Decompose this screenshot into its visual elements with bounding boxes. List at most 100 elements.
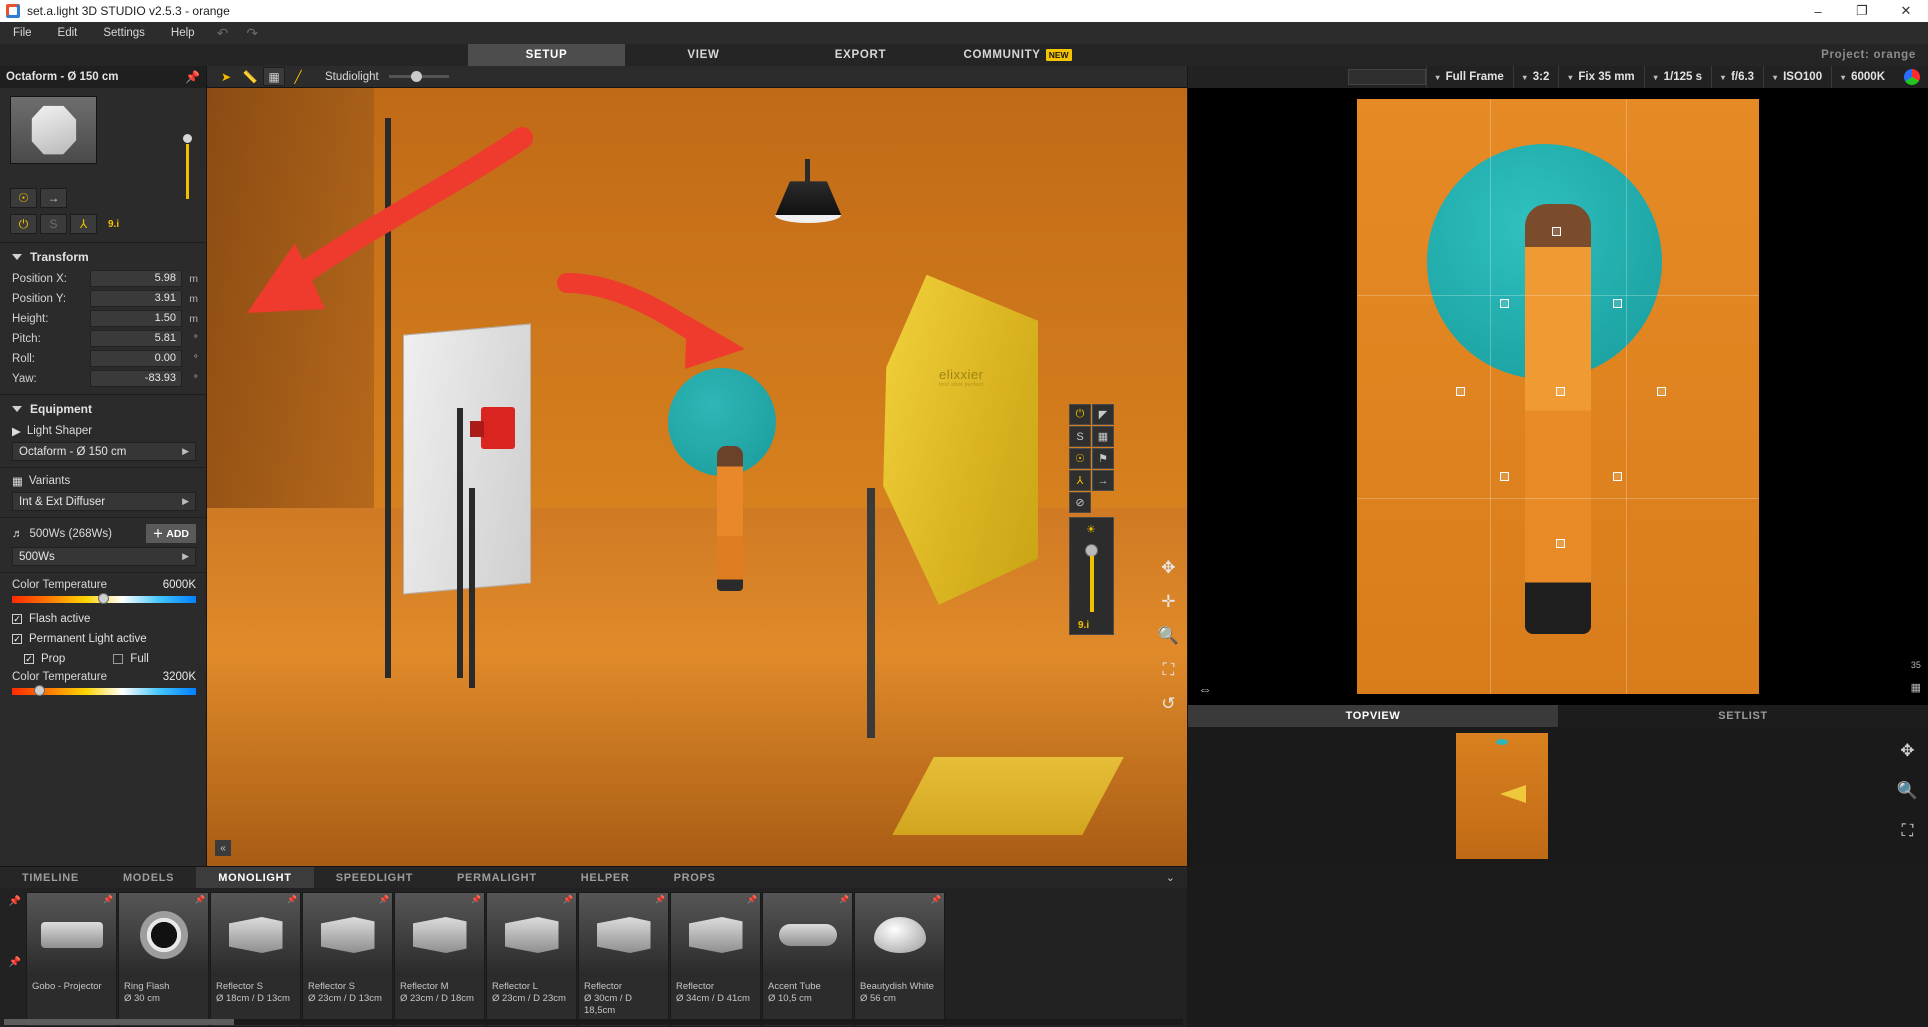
lamp-icon[interactable]: ⚑ <box>1092 448 1114 469</box>
library-item[interactable]: 📌 Ring Flash Ø 30 cm <box>118 892 209 1027</box>
cursor-icon[interactable]: ➤ <box>215 67 237 86</box>
studiolight-knob[interactable] <box>410 71 422 82</box>
viewport-collapse-button[interactable]: « <box>215 840 231 856</box>
pan-icon[interactable]: ✛ <box>1161 592 1175 612</box>
flash-color-temp-handle[interactable] <box>98 593 110 604</box>
camera-sensor-select[interactable]: ▾ Full Frame <box>1425 66 1513 88</box>
tab-community[interactable]: COMMUNITY NEW <box>939 44 1096 66</box>
value-roll[interactable]: 0.00 <box>90 350 182 367</box>
equipment-section-header[interactable]: Equipment <box>0 395 206 421</box>
rgb-wheel-icon[interactable] <box>1904 69 1920 85</box>
variants-select[interactable]: Int & Ext Diffuser ▶ <box>12 492 196 511</box>
light-thumbnail[interactable] <box>10 96 97 164</box>
shadow-icon[interactable]: S <box>40 214 67 234</box>
light-shaper-select[interactable]: Octaform - Ø 150 cm ▶ <box>12 442 196 461</box>
reset-icon[interactable]: ↺ <box>1161 694 1175 714</box>
pin-icon[interactable]: 📌 <box>9 957 21 968</box>
power-icon[interactable]: ⏻ <box>1069 404 1091 425</box>
pin-icon[interactable]: 📌 <box>563 895 573 904</box>
library-tab-permalight[interactable]: PERMALIGHT <box>435 867 559 888</box>
grid-icon[interactable]: ▦ <box>1092 426 1114 447</box>
preview-resize-icon[interactable]: ⇔ <box>1198 681 1212 697</box>
pin-icon[interactable]: 📌 <box>931 895 941 904</box>
permanent-color-temp-slider[interactable] <box>12 685 196 696</box>
tab-topview[interactable]: TOPVIEW <box>1188 705 1558 727</box>
scene-red-flash-unit[interactable] <box>470 406 516 449</box>
selection-handle[interactable] <box>1556 539 1565 548</box>
checkbox-flash-active[interactable]: ✓ Flash active <box>0 609 206 629</box>
selection-handle[interactable] <box>1500 472 1509 481</box>
selection-handle[interactable] <box>1556 387 1565 396</box>
selection-handle[interactable] <box>1552 227 1561 236</box>
zoom-icon[interactable]: 🔍 <box>1897 781 1918 801</box>
measure-icon[interactable]: 📏 <box>239 67 261 86</box>
studiolight-slider[interactable] <box>388 71 449 82</box>
library-item[interactable]: 📌 Accent Tube Ø 10,5 cm <box>762 892 853 1027</box>
undo-icon[interactable]: ↶ <box>208 25 238 42</box>
light-cone-icon[interactable]: ◤ <box>1092 404 1114 425</box>
menu-item-edit[interactable]: Edit <box>45 22 91 44</box>
person-arrow-icon[interactable]: → <box>1092 470 1114 491</box>
library-item[interactable]: 📌 Reflector M Ø 23cm / D 18cm <box>394 892 485 1027</box>
add-power-button[interactable]: ＋ ADD <box>145 524 196 543</box>
tripod-icon[interactable]: ⅄ <box>1069 470 1091 491</box>
grid-icon[interactable]: ▦ <box>263 67 285 86</box>
flash-color-temp-slider[interactable] <box>12 593 196 604</box>
scene-viewport[interactable]: ➤ 📏 ▦ ╱ Studiolight elixxier first shot … <box>207 66 1187 866</box>
permanent-color-temp-handle[interactable] <box>34 685 46 696</box>
camera-shutter-select[interactable]: ▾ 1/125 s <box>1643 66 1711 88</box>
selection-handle[interactable] <box>1657 387 1666 396</box>
close-button[interactable]: ✕ <box>1884 0 1928 22</box>
intensity-slider[interactable] <box>180 96 196 199</box>
rendered-photo[interactable] <box>1357 99 1759 694</box>
tab-setlist[interactable]: SETLIST <box>1558 705 1928 727</box>
library-item[interactable]: 📌 Reflector L Ø 23cm / D 23cm <box>486 892 577 1027</box>
line-icon[interactable]: ╱ <box>287 67 309 86</box>
camera-whitebalance-select[interactable]: ▾ 6000K <box>1831 66 1894 88</box>
library-collapse-icon[interactable]: ⌄ <box>1154 867 1187 888</box>
pin-icon[interactable]: 📌 <box>9 896 21 907</box>
redo-icon[interactable]: ↷ <box>237 25 267 42</box>
intensity-knob[interactable] <box>183 134 192 143</box>
checkbox-permanent-light-active[interactable]: ✓ Permanent Light active <box>0 629 206 649</box>
library-item[interactable]: 📌 Reflector Ø 34cm / D 41cm <box>670 892 761 1027</box>
pin-icon[interactable]: 📌 <box>287 895 297 904</box>
library-tab-models[interactable]: MODELS <box>101 867 196 888</box>
minimize-button[interactable]: – <box>1796 0 1840 22</box>
value-position-y[interactable]: 3.91 <box>90 290 182 307</box>
zoom-icon[interactable]: 🔍 <box>1158 626 1179 646</box>
transform-section-header[interactable]: Transform <box>0 243 206 269</box>
studio-scene-3d[interactable]: elixxier first shot perfect ⏻ ◤ S ▦ ☉ ⚑ … <box>207 88 1187 866</box>
tab-setup[interactable]: SETUP <box>468 44 625 66</box>
pin-icon[interactable]: 📌 <box>747 895 757 904</box>
move-gizmo-icon[interactable]: ✥ <box>1161 558 1175 578</box>
camera-ratio-select[interactable]: ▾ 3:2 <box>1512 66 1559 88</box>
library-item[interactable]: 📌 Reflector S Ø 23cm / D 13cm <box>302 892 393 1027</box>
library-tab-timeline[interactable]: TIMELINE <box>0 867 101 888</box>
camera-aperture-select[interactable]: ▾ f/6.3 <box>1711 66 1763 88</box>
library-tab-monolight[interactable]: MONOLIGHT <box>196 867 314 888</box>
value-height[interactable]: 1.50 <box>90 310 182 327</box>
camera-iso-select[interactable]: ▾ ISO100 <box>1763 66 1831 88</box>
selection-handle[interactable] <box>1456 387 1465 396</box>
menu-item-settings[interactable]: Settings <box>90 22 158 44</box>
pin-icon[interactable]: 📌 <box>379 895 389 904</box>
camera-preview-image[interactable]: 35 ▦ ☰ ◯ ◑ ⇔ <box>1188 88 1928 765</box>
pin-icon[interactable]: 📌 <box>195 895 205 904</box>
no-render-icon[interactable]: ⊘ <box>1069 492 1091 513</box>
scene-model[interactable] <box>716 445 743 591</box>
fit-icon[interactable]: ⛶ <box>1901 821 1913 841</box>
library-item[interactable]: 📌 Gobo - Projector <box>26 892 117 1027</box>
pin-icon[interactable]: 📌 <box>839 895 849 904</box>
grid-overlay-icon[interactable]: ▦ <box>1911 681 1921 694</box>
library-item[interactable]: 📌 Beautydish White Ø 56 cm <box>854 892 945 1027</box>
fit-icon[interactable]: ⛶ <box>1162 660 1174 680</box>
value-yaw[interactable]: -83.93 <box>90 370 182 387</box>
checkbox-icon[interactable]: ✓ <box>24 654 34 664</box>
library-scrollbar[interactable] <box>4 1019 1183 1025</box>
tripod-icon[interactable]: ⅄ <box>70 214 97 234</box>
tab-export[interactable]: EXPORT <box>782 44 939 66</box>
person-arrow-icon[interactable]: → <box>40 188 67 208</box>
library-tab-helper[interactable]: HELPER <box>559 867 652 888</box>
light-hud-intensity-slider[interactable]: ☀ 9.i <box>1069 517 1114 635</box>
